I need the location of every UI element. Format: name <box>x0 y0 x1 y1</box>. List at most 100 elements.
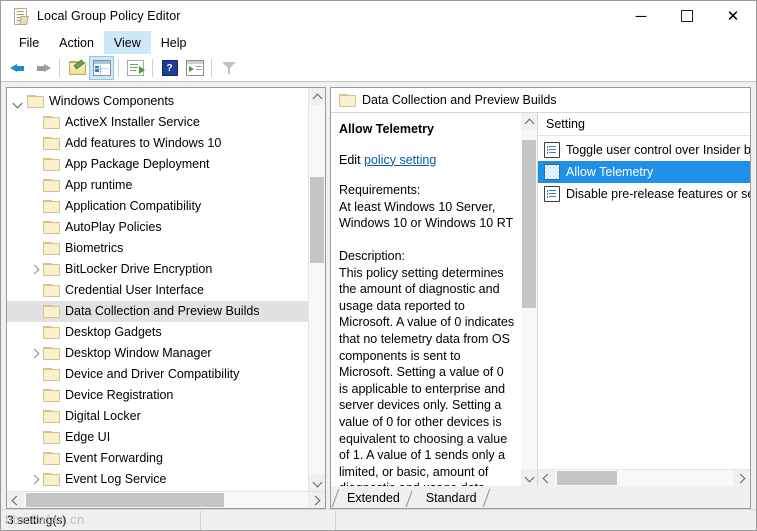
properties-window-icon <box>185 60 204 76</box>
policy-setting-icon-highlighted <box>544 164 560 180</box>
settings-scroll-left-button[interactable] <box>538 470 555 486</box>
tree-item-credential-user-interface[interactable]: Credential User Interface <box>7 280 308 301</box>
tree-item-activex-installer-service[interactable]: ActiveX Installer Service <box>7 112 308 133</box>
tree-item-biometrics[interactable]: Biometrics <box>7 238 308 259</box>
tree-item-desktop-window-manager[interactable]: Desktop Window Manager <box>7 343 308 364</box>
chevron-right-icon[interactable] <box>27 263 41 277</box>
tree-item-device-registration[interactable]: Device Registration <box>7 385 308 406</box>
chevron-right-icon[interactable] <box>27 347 41 361</box>
status-cell-2 <box>201 510 336 530</box>
help-button[interactable]: ? <box>157 56 182 80</box>
close-button[interactable]: ✕ <box>710 1 756 31</box>
help-icon: ? <box>161 60 178 76</box>
tree-item-desktop-gadgets[interactable]: Desktop Gadgets <box>7 322 308 343</box>
description-scroll-up-button[interactable] <box>521 113 537 130</box>
tree-item-bitlocker-drive-encryption[interactable]: BitLocker Drive Encryption <box>7 259 308 280</box>
edit-policy-row: Edit policy setting <box>339 152 515 169</box>
setting-row-allow-telemetry[interactable]: Allow Telemetry <box>538 161 750 183</box>
tree-item-label: ActiveX Installer Service <box>65 115 200 130</box>
folder-icon <box>43 431 60 444</box>
description-vertical-scrollbar[interactable] <box>521 113 537 486</box>
edit-policy-setting-link[interactable]: policy setting <box>364 153 436 167</box>
settings-scroll-right-button[interactable] <box>733 470 750 486</box>
description-label: Description: <box>339 248 405 263</box>
tree-item-app-runtime[interactable]: App runtime <box>7 175 308 196</box>
settings-list[interactable]: Toggle user control over Insider build Al… <box>538 136 750 469</box>
tree-scroll-right-button[interactable] <box>308 492 325 508</box>
tree-item-label: Data Collection and Preview Builds <box>65 304 260 319</box>
up-folder-icon <box>68 59 86 75</box>
settings-hscroll-track[interactable] <box>555 470 733 486</box>
forward-button[interactable] <box>30 56 55 80</box>
maximize-button[interactable] <box>664 1 710 31</box>
tree-scroll-left-button[interactable] <box>7 492 24 508</box>
tree-item-device-and-driver-compatibility[interactable]: Device and Driver Compatibility <box>7 364 308 385</box>
tab-extended[interactable]: Extended <box>331 488 414 508</box>
tree-hscroll-track[interactable] <box>24 492 308 508</box>
tree-item-label: BitLocker Drive Encryption <box>65 262 213 277</box>
settings-list-column: Setting Toggle user control over Insider… <box>537 113 750 486</box>
tree-scroll-thumb[interactable] <box>310 177 324 263</box>
menu-file[interactable]: File <box>9 31 49 54</box>
details-pane: Data Collection and Preview Builds Allow… <box>330 87 751 509</box>
menu-action[interactable]: Action <box>49 31 104 54</box>
tree-scroll-track[interactable] <box>309 105 325 474</box>
tree-item-event-forwarding[interactable]: Event Forwarding <box>7 448 308 469</box>
policy-tree[interactable]: Windows Components ActiveX Installer Serv… <box>7 88 308 491</box>
tree-item-label: Add features to Windows 10 <box>65 136 222 151</box>
show-hide-tree-button[interactable] <box>89 56 114 80</box>
setting-row-disable-pre-release-features-or-setting[interactable]: Disable pre-release features or setting <box>538 183 750 205</box>
tree-scroll-down-button[interactable] <box>309 474 325 491</box>
tab-standard[interactable]: Standard <box>411 488 490 508</box>
description-scroll-thumb[interactable] <box>522 140 536 308</box>
tree-item-data-collection-and-preview-builds[interactable]: Data Collection and Preview Builds <box>7 301 308 322</box>
details-header: Data Collection and Preview Builds <box>331 88 750 113</box>
settings-column-header[interactable]: Setting <box>538 113 750 136</box>
description-scroll-down-button[interactable] <box>521 469 537 486</box>
toolbar-separator-3 <box>152 59 153 77</box>
edit-prefix-label: Edit <box>339 152 361 167</box>
settings-hscroll-thumb[interactable] <box>557 471 617 485</box>
tree-item-add-features-to-windows-10[interactable]: Add features to Windows 10 <box>7 133 308 154</box>
setting-row-toggle-user-control-over-insider-build[interactable]: Toggle user control over Insider build <box>538 139 750 161</box>
settings-horizontal-scrollbar[interactable] <box>538 469 750 486</box>
folder-icon <box>339 93 356 107</box>
up-folder-button[interactable] <box>64 56 89 80</box>
tree-horizontal-scrollbar[interactable] <box>7 491 325 508</box>
properties-window-button[interactable] <box>182 56 207 80</box>
toolbar-separator-2 <box>118 59 119 77</box>
setting-row-label: Toggle user control over Insider build <box>566 143 750 157</box>
show-hide-tree-icon <box>92 60 111 76</box>
tree-hscroll-thumb[interactable] <box>26 493 224 507</box>
description-text: This policy setting determines the amoun… <box>339 265 515 486</box>
description-scroll-track[interactable] <box>521 130 537 469</box>
menu-view[interactable]: View <box>103 31 151 54</box>
tree-item-app-package-deployment[interactable]: App Package Deployment <box>7 154 308 175</box>
minimize-button[interactable]: ─ <box>618 1 664 31</box>
extended-description-text: Allow Telemetry Edit policy setting Requ… <box>331 113 521 486</box>
tree-item-label: Event Log Service <box>65 472 167 487</box>
tree-item-event-logging[interactable]: Event Logging <box>7 490 308 491</box>
tree-item-edge-ui[interactable]: Edge UI <box>7 427 308 448</box>
folder-icon <box>43 368 60 381</box>
requirements-text: At least Windows 10 Server, Windows 10 o… <box>339 199 514 231</box>
filter-icon <box>221 61 236 75</box>
folder-icon <box>43 284 60 297</box>
toolbar-separator-4 <box>211 59 212 77</box>
export-list-button[interactable] <box>123 56 148 80</box>
filter-button[interactable] <box>216 56 241 80</box>
tree-item-application-compatibility[interactable]: Application Compatibility <box>7 196 308 217</box>
tree-item-event-log-service[interactable]: Event Log Service <box>7 469 308 490</box>
tree-item-digital-locker[interactable]: Digital Locker <box>7 406 308 427</box>
back-button[interactable] <box>5 56 30 80</box>
chevron-right-icon[interactable] <box>27 473 41 487</box>
maximize-icon <box>681 10 693 22</box>
tree-vertical-scrollbar[interactable] <box>308 88 325 491</box>
tree-item-windows-components[interactable]: Windows Components <box>7 91 308 112</box>
tree-item-label: App runtime <box>65 178 133 193</box>
chevron-down-icon[interactable] <box>11 95 25 109</box>
tree-scroll-up-button[interactable] <box>309 88 325 105</box>
menu-help[interactable]: Help <box>151 31 197 54</box>
tree-item-autoplay-policies[interactable]: AutoPlay Policies <box>7 217 308 238</box>
folder-icon <box>43 389 60 402</box>
